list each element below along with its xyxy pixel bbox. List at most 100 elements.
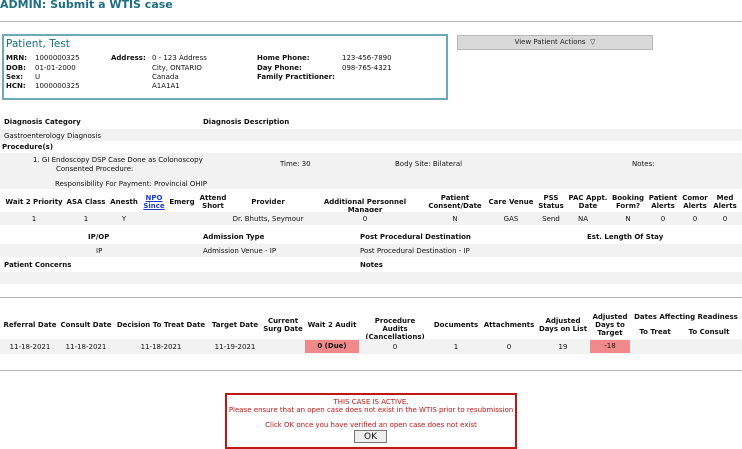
cell-pac-appt-date: NA [577, 215, 589, 223]
col-emerg: Emerg [169, 198, 195, 206]
col-provider: Provider [251, 198, 285, 206]
col-adjusted-days-on-list: Adjusted Days on List [538, 317, 588, 333]
mrn-label: MRN: [6, 54, 28, 62]
diagnosis-row-band [0, 129, 742, 141]
responsibility-for-payment: Responsibility For Payment: Provincial O… [55, 180, 207, 188]
dob-value: 01-01-2000 [35, 64, 76, 72]
alert-line-1: THIS CASE IS ACTIVE. [333, 398, 409, 406]
section-divider-1 [0, 297, 742, 298]
cell-patient-alerts: 0 [660, 215, 666, 223]
procedure-line-1: 1. GI Endoscopy DSP Case Done as Colonos… [33, 156, 203, 164]
cell-attachments: 0 [506, 343, 512, 351]
col-attachments: Attachments [483, 321, 535, 329]
day-phone-value: 098-765-4321 [342, 64, 392, 72]
address-line-3: Canada [152, 73, 179, 81]
address-line-4: A1A1A1 [152, 82, 180, 90]
cell-asa-class: 1 [83, 215, 89, 223]
cell-care-venue: GAS [503, 215, 519, 223]
home-phone-label: Home Phone: [257, 54, 310, 62]
cell-pss-status: Send [542, 215, 560, 223]
col-target-date: Target Date [211, 321, 259, 329]
cell-wait2-priority: 1 [31, 215, 37, 223]
diagnosis-category-value: Gastroenterology Diagnosis [4, 132, 101, 140]
col-booking-form: Booking Form? [611, 194, 644, 210]
alert-line-2: Please ensure that an open case does not… [228, 406, 514, 414]
col-comor-alerts: Comor Alerts [682, 194, 708, 210]
alert-line-3: Click OK once you have verified an open … [265, 421, 477, 429]
admission-type-value: Admission Venue - IP [203, 247, 277, 255]
ipop-value: IP [96, 247, 103, 255]
cell-adjusted-days-to-target: -18 [590, 340, 630, 353]
col-wait2-priority: Wait 2 Priority [5, 198, 63, 206]
cell-consult-date: 11-18-2021 [65, 343, 107, 351]
concerns-row-band [0, 272, 742, 284]
post-procedural-destination-label: Post Procedural Destination [360, 233, 471, 241]
col-care-venue: Care Venue [488, 198, 534, 206]
diagnosis-description-label: Diagnosis Description [203, 118, 290, 126]
col-referral-date: Referral Date [3, 321, 57, 329]
cell-booking-form: N [625, 215, 631, 223]
cell-target-date: 11-19-2021 [214, 343, 256, 351]
cell-patient-consent: N [452, 215, 458, 223]
col-patient-consent: Patient Consent/Date [428, 194, 482, 210]
procedure-line-2: Consented Procedure: [56, 165, 134, 173]
chevron-down-icon: ▽ [590, 38, 596, 46]
view-patient-actions-button[interactable]: View Patient Actions ▽ [457, 35, 653, 50]
ok-button[interactable]: OK [354, 430, 387, 443]
family-practitioner-label: Family Practitioner: [257, 73, 335, 81]
procedure-body-site: Body Site: Bilateral [395, 160, 463, 168]
hcn-label: HCN: [6, 82, 26, 90]
est-length-of-stay-label: Est. Length Of Stay [587, 233, 664, 241]
col-asa-class: ASA Class [66, 198, 106, 206]
cell-anesth: Y [121, 215, 127, 223]
cell-additional-personnel: 0 [362, 215, 368, 223]
col-current-surg-date: Current Surg Date [263, 317, 303, 333]
notes-label: Notes [360, 261, 383, 269]
patient-name: Patient, Test [6, 38, 70, 50]
hcn-value: 1000000325 [35, 82, 80, 90]
col-to-consult: To Consult [688, 328, 730, 336]
col-attend-short: Attend Short [199, 194, 227, 210]
cell-comor-alerts: 0 [692, 215, 698, 223]
diagnosis-category-label: Diagnosis Category [4, 118, 81, 126]
post-procedural-destination-value: Post Procedural Destination - IP [360, 247, 470, 255]
address-label: Address: [111, 54, 146, 62]
cell-provider: Dr. Bhutts, Seymour [232, 215, 304, 223]
mrn-value: 1000000325 [35, 54, 80, 62]
col-consult-date: Consult Date [60, 321, 112, 329]
address-line-2: City, ONTARIO [152, 64, 202, 72]
ipop-label: IP/OP [88, 233, 110, 241]
admission-type-label: Admission Type [203, 233, 265, 241]
col-procedure-audits: Procedure Audits (Cancellations) [365, 317, 425, 341]
view-patient-actions-label: View Patient Actions [514, 38, 586, 46]
cell-adjusted-days-on-list: 19 [558, 343, 568, 351]
col-pss-status: PSS Status [538, 194, 564, 210]
col-patient-alerts: Patient Alerts [648, 194, 678, 210]
procedure-notes-label: Notes: [632, 160, 655, 168]
cell-decision-to-treat-date: 11-18-2021 [140, 343, 182, 351]
section-divider-2 [0, 370, 742, 371]
col-npo-since[interactable]: NPO Since [140, 194, 168, 210]
day-phone-label: Day Phone: [257, 64, 302, 72]
page-title: ADMIN: Submit a WTIS case [0, 0, 173, 11]
cell-referral-date: 11-18-2021 [9, 343, 51, 351]
npo-since-link-2[interactable]: Since [143, 202, 164, 210]
col-to-treat: To Treat [639, 328, 671, 336]
home-phone-value: 123-456-7890 [342, 54, 392, 62]
col-adjusted-days-to-target: Adjusted Days to Target [592, 313, 628, 337]
cell-med-alerts: 0 [722, 215, 728, 223]
col-wait2-audit: Wait 2 Audit [307, 321, 357, 329]
procedures-label: Procedure(s) [2, 143, 54, 151]
cell-wait2-audit: 0 (Due) [305, 340, 359, 353]
sex-value: U [35, 73, 41, 81]
dob-label: DOB: [6, 64, 26, 72]
col-documents: Documents [433, 321, 479, 329]
cell-documents: 1 [453, 343, 459, 351]
sex-label: Sex: [6, 73, 24, 81]
procedure-time: Time: 30 [280, 160, 311, 168]
address-line-1: 0 - 123 Address [152, 54, 207, 62]
col-decision-to-treat-date: Decision To Treat Date [116, 321, 206, 329]
col-med-alerts: Med Alerts [713, 194, 737, 210]
npo-since-link-1[interactable]: NPO [146, 194, 163, 202]
col-dates-affecting-readiness: Dates Affecting Readiness [634, 313, 738, 321]
